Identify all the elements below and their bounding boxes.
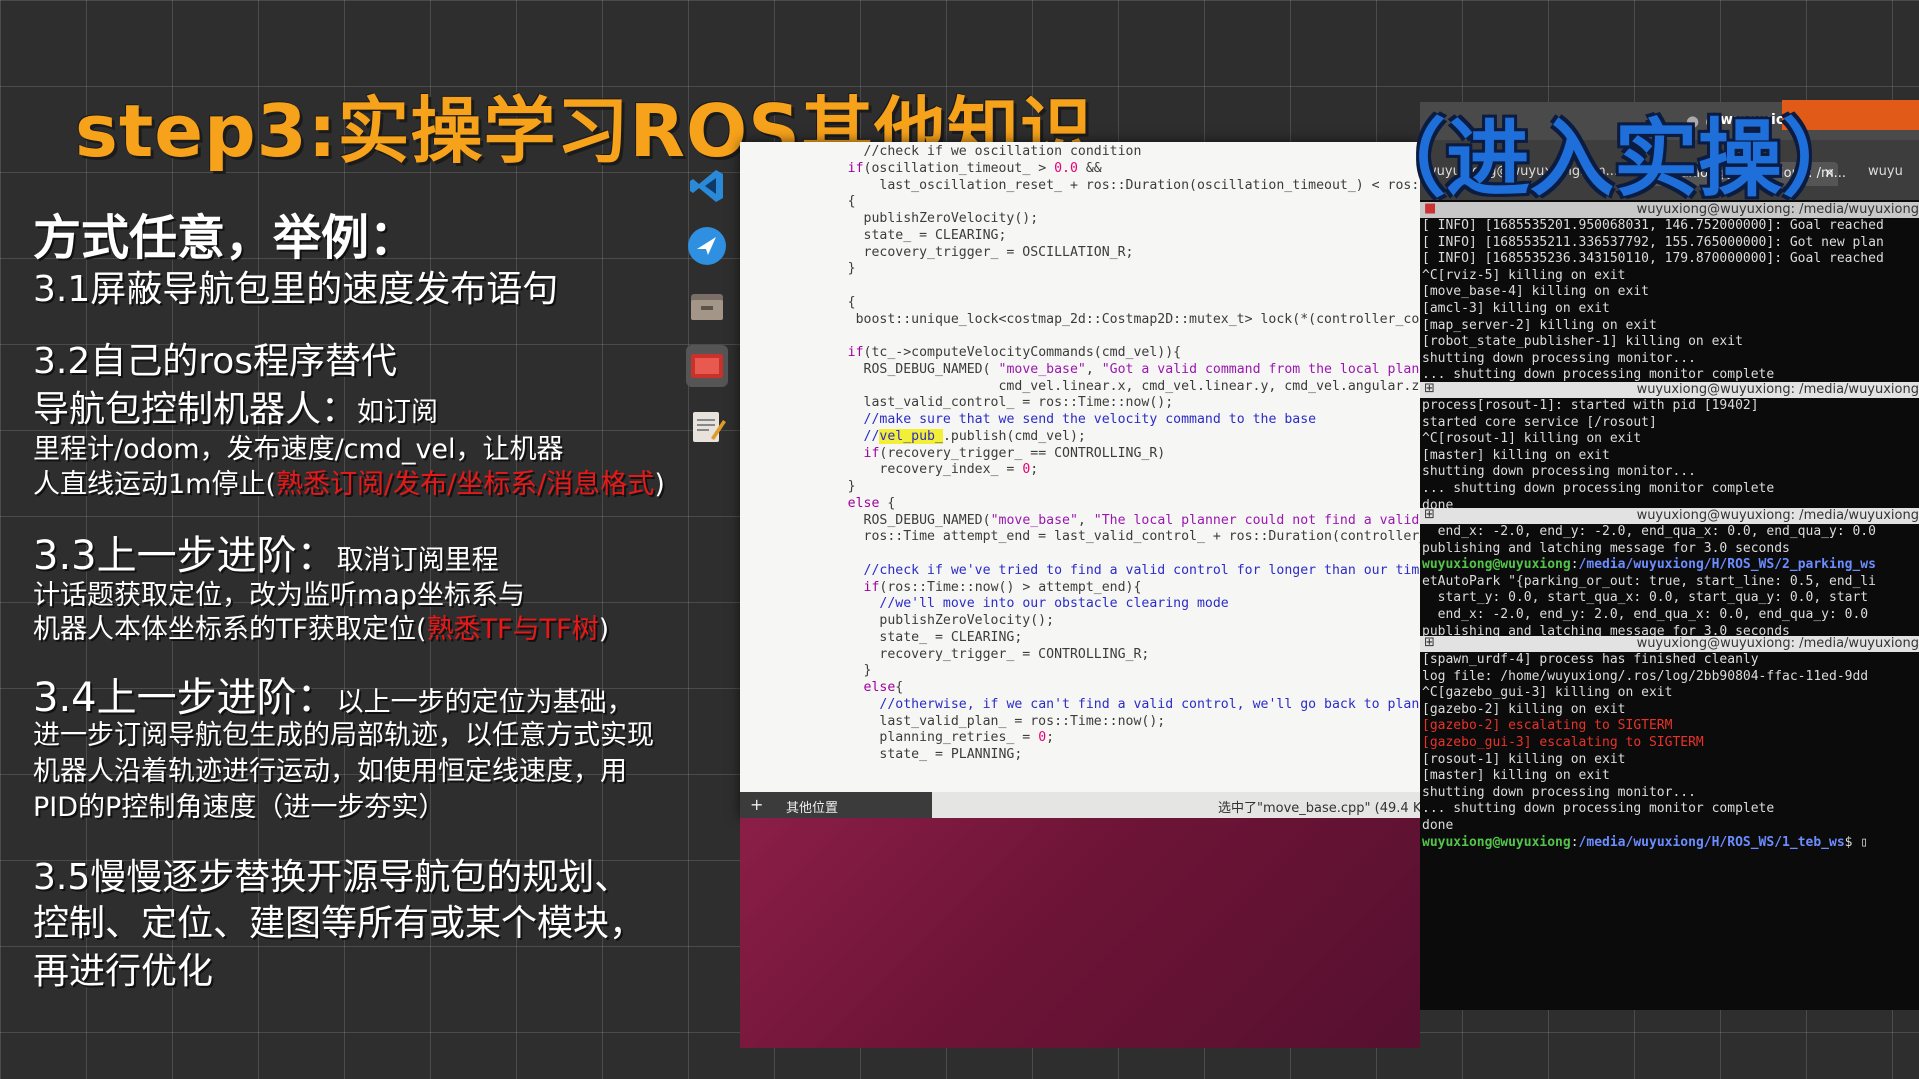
text-editor-icon[interactable] [686, 405, 728, 447]
step-3-3-line2: 计话题获取定位，改为监听map坐标系与 [33, 580, 525, 611]
step-3-4-head: 3.4上一步进阶： [33, 675, 337, 721]
step-3-2-line3-text: 人直线运动1m停止( [33, 469, 277, 500]
terminal-pane-3[interactable]: ⊞ wuyuxiong@wuyuxiong: /media/wuyuxiong e… [1420, 508, 1919, 636]
step-3-3-close: ) [598, 614, 610, 645]
pane-grip-icon: ⊞ [1424, 636, 1435, 650]
app-launcher [686, 165, 730, 465]
step-3-5-line2: 控制、定位、建图等所有或某个模块， [33, 903, 646, 944]
step-3-5-line1: 3.5慢慢逐步替换开源导航包的规划、 [33, 857, 631, 898]
step-3-2-highlight: 熟悉订阅/发布/坐标系/消息格式 [276, 469, 655, 500]
step-3-2-line2: 里程计/odom，发布速度/cmd_vel，让机器 [33, 434, 564, 465]
vscode-icon[interactable] [686, 165, 728, 207]
add-location-icon[interactable]: + [750, 795, 763, 814]
intro-heading: 方式任意，举例： [33, 210, 418, 266]
other-locations-label: 其他位置 [786, 801, 839, 816]
step-3-4-rest: 以上一步的定位为基础， [336, 687, 634, 718]
file-manager-statusbar: + 其他位置 选中了"move_base.cpp" (49.4 KB) [740, 792, 1420, 818]
terminal-pane-3-title: wuyuxiong@wuyuxiong: /media/wuyuxiong [1636, 508, 1919, 523]
step-3-4-line4: PID的P控制角速度（进一步夯实） [33, 792, 446, 823]
terminal-pane-2-output: process[rosout-1]: started with pid [194… [1422, 398, 1775, 510]
feather-icon[interactable] [686, 225, 728, 267]
step-3-2-subhead: 导航包控制机器人： [33, 389, 358, 430]
terminal-tab-3[interactable]: wuyu [1868, 164, 1903, 179]
terminal-pane-2-title: wuyuxiong@wuyuxiong: /media/wuyuxiong [1636, 382, 1919, 397]
step-3-2-line3: 人直线运动1m停止(熟悉订阅/发布/坐标系/消息格式) [33, 467, 665, 503]
terminal-pane-4-output: [spawn_urdf-4] process has finished clea… [1422, 652, 1869, 850]
step-3-2-title: 3.2自己的ros程序替代 [33, 341, 398, 382]
terminal-pane-3-output: end_x: -2.0, end_y: -2.0, end_qua_x: 0.0… [1422, 524, 1876, 636]
step-3-1: 3.1屏蔽导航包里的速度发布语句 [33, 269, 559, 310]
terminal-pane-4-title: wuyuxiong@wuyuxiong: /media/wuyuxiong [1636, 636, 1919, 651]
step-3-2-subrest: 如订阅 [357, 397, 439, 428]
step-3-3-head: 3.3上一步进阶： [33, 533, 337, 579]
terminal-pane-1-output: [ INFO] [1685535201.950068031, 146.75200… [1422, 218, 1884, 382]
code-content[interactable]: //check if we oscillation condition if(o… [800, 144, 1420, 764]
other-locations-item[interactable]: + 其他位置 [740, 792, 932, 818]
step-3-3-rest: 取消订阅里程 [336, 545, 499, 576]
selection-status: 选中了"move_base.cpp" (49.4 KB) [1218, 801, 1420, 816]
step-3-4-line3: 机器人沿着轨迹进行运动，如使用恒定线速度，用 [33, 756, 627, 787]
step-3-3-line3-text: 机器人本体坐标系的TF获取定位( [33, 614, 427, 645]
intro-text: 方式任意，举例： [33, 210, 417, 266]
pane-grip-icon: ⊞ [1424, 508, 1435, 522]
step-3-5-line3: 再进行优化 [33, 951, 214, 992]
step-3-2-line1: 导航包控制机器人：如订阅 [33, 388, 438, 435]
terminator-window[interactable]: wuyuxiong@wuyuxiong: /m... wuyuxiong@wuy… [1420, 140, 1919, 1010]
hands-on-tag: （进入实操） [1362, 110, 1867, 208]
step-3-3-line1: 3.3上一步进阶：取消订阅里程 [33, 534, 499, 583]
terminal-pane-1[interactable]: ■ wuyuxiong@wuyuxiong: /media/wuyuxiong [… [1420, 202, 1919, 382]
terminal-pane-2[interactable]: ⊞ wuyuxiong@wuyuxiong: /media/wuyuxiong p… [1420, 382, 1919, 510]
pane-grip-icon: ⊞ [1424, 382, 1435, 396]
desktop-background [740, 818, 1420, 1048]
files-icon[interactable] [686, 285, 728, 327]
step-3-2-close: ) [654, 469, 665, 500]
step-3-3-highlight: 熟悉TF与TF树 [426, 614, 599, 645]
step-3-4-line2: 进一步订阅导航包生成的局部轨迹，以任意方式实现 [33, 720, 654, 751]
code-editor-window[interactable]: //check if we oscillation condition if(o… [740, 142, 1420, 818]
step-3-3-line3: 机器人本体坐标系的TF获取定位(熟悉TF与TF树) [33, 612, 609, 648]
terminal-pane-4[interactable]: ⊞ wuyuxiong@wuyuxiong: /media/wuyuxiong [… [1420, 636, 1919, 856]
screenshot-icon[interactable] [686, 345, 728, 387]
